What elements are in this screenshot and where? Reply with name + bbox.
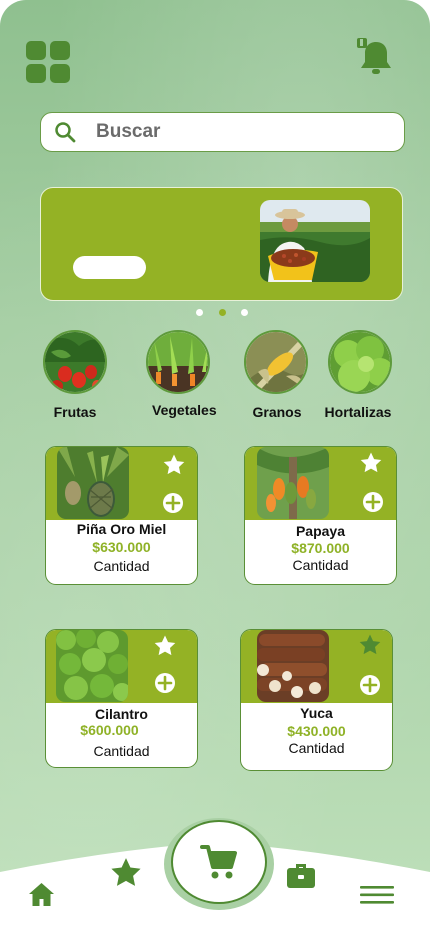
add-to-cart-icon[interactable] <box>359 674 381 696</box>
promo-banner[interactable] <box>40 187 403 301</box>
product-price: $430.000 <box>287 723 346 739</box>
favorites-star-icon[interactable] <box>108 856 144 890</box>
banner-farmer-image <box>260 200 370 282</box>
category-label: Hortalizas <box>324 404 392 420</box>
quantity-label[interactable]: Cantidad <box>46 558 197 574</box>
product-price: $600.000 <box>80 722 139 738</box>
category-vegetales[interactable]: Vegetales <box>144 330 217 418</box>
add-to-cart-icon[interactable] <box>162 492 184 514</box>
carousel-dot[interactable] <box>241 309 248 316</box>
category-hortalizas[interactable]: Hortalizas <box>325 330 392 420</box>
favorite-star-icon[interactable] <box>359 451 383 475</box>
cart-icon <box>200 845 237 879</box>
briefcase-icon[interactable] <box>285 858 317 890</box>
category-label: Vegetales <box>152 402 217 418</box>
quantity-label[interactable]: Cantidad <box>245 557 396 573</box>
carousel-dot[interactable] <box>196 309 203 316</box>
yuca-image <box>257 630 329 702</box>
quantity-label[interactable]: Cantidad <box>46 743 197 759</box>
banner-button[interactable] <box>73 256 146 279</box>
product-card-pina[interactable]: Piña Oro Miel $630.000 Cantidad <box>45 446 198 585</box>
carousel-dot-active[interactable] <box>219 309 226 316</box>
product-card-yuca[interactable]: Yuca $430.000 Cantidad <box>240 629 393 771</box>
category-label: Granos <box>252 404 302 420</box>
hortalizas-image <box>328 330 392 394</box>
product-name: Yuca <box>300 705 333 721</box>
product-card-cilantro[interactable]: Cilantro $600.000 Cantidad <box>45 629 198 768</box>
favorite-star-icon[interactable] <box>162 453 186 477</box>
product-name: Piña Oro Miel <box>76 521 167 537</box>
product-price: $630.000 <box>92 539 151 555</box>
add-to-cart-icon[interactable] <box>154 672 176 694</box>
product-price: $870.000 <box>291 540 350 556</box>
notification-bell-icon[interactable] <box>355 36 397 78</box>
product-name: Cilantro <box>95 706 148 722</box>
papaya-image <box>257 447 329 519</box>
categories-grid-icon[interactable] <box>26 41 71 83</box>
quantity-label[interactable]: Cantidad <box>241 740 392 756</box>
search-bar[interactable] <box>40 112 405 152</box>
cilantro-image <box>56 630 128 702</box>
home-icon[interactable] <box>28 882 55 907</box>
app-screen: Frutas Vegetales <box>0 0 430 932</box>
vegetales-image <box>146 330 210 394</box>
pina-image <box>57 447 129 519</box>
category-label: Frutas <box>53 404 97 420</box>
product-card-papaya[interactable]: Papaya $870.000 Cantidad <box>244 446 397 585</box>
favorite-star-icon[interactable] <box>153 634 177 658</box>
product-name: Papaya <box>295 523 346 539</box>
cart-button[interactable] <box>171 820 267 904</box>
frutas-image <box>43 330 107 394</box>
carousel-indicator[interactable] <box>196 309 250 317</box>
category-frutas[interactable]: Frutas <box>43 330 107 420</box>
favorite-star-icon[interactable] <box>358 633 382 657</box>
granos-image <box>244 330 308 394</box>
add-to-cart-icon[interactable] <box>362 491 384 513</box>
menu-icon[interactable] <box>360 885 394 905</box>
search-input[interactable] <box>96 121 376 143</box>
search-icon <box>55 122 76 143</box>
category-granos[interactable]: Granos <box>244 330 308 420</box>
